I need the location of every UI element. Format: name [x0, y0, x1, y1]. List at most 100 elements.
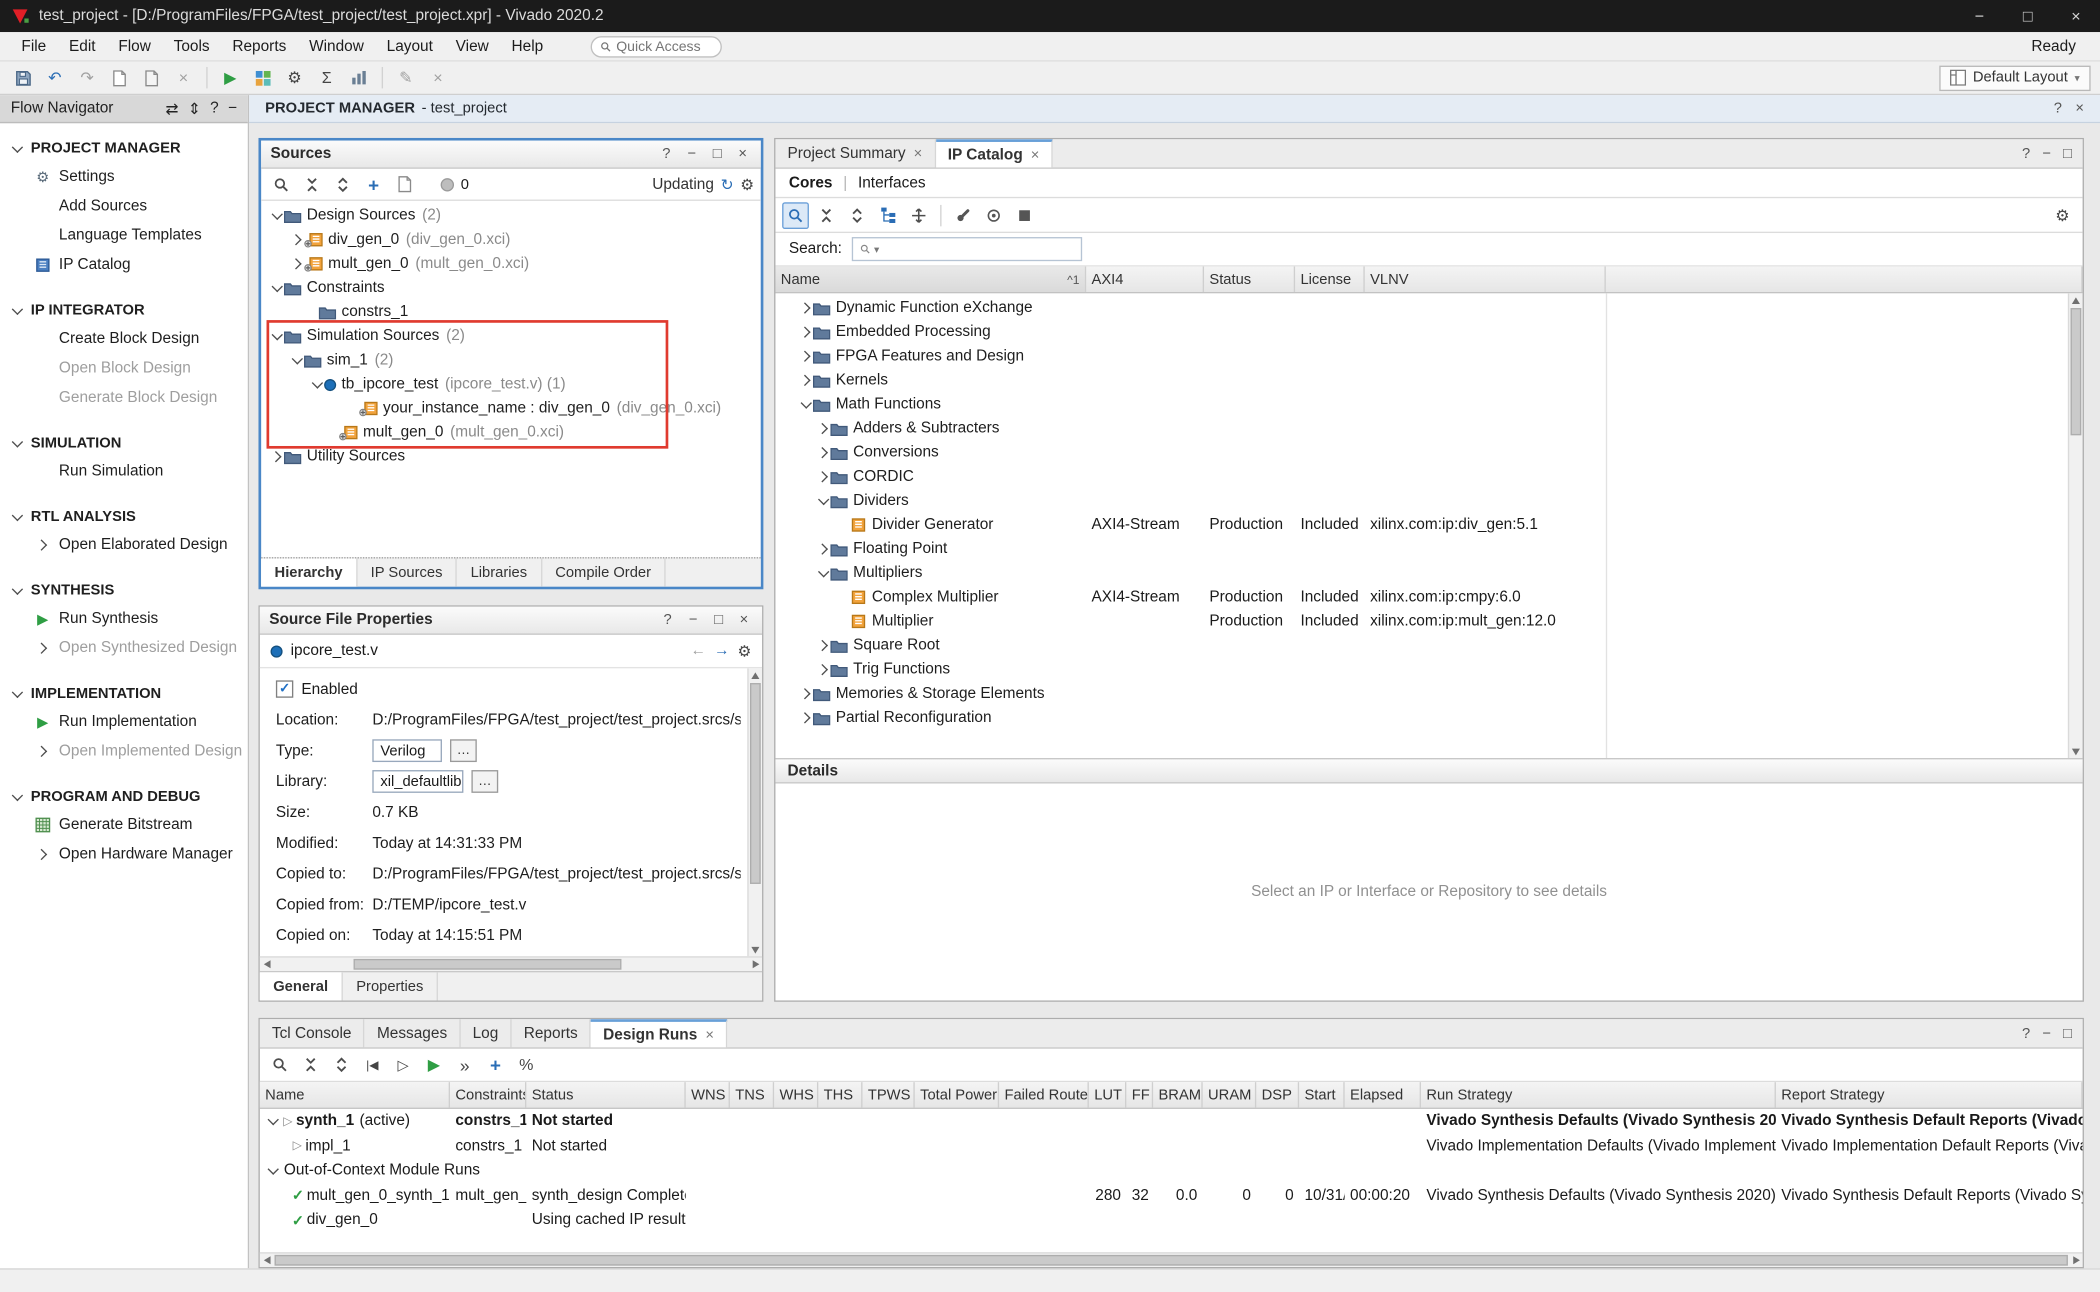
group-by-category-icon[interactable] [875, 202, 902, 229]
vertical-scrollbar[interactable] [747, 668, 762, 956]
tab-log[interactable]: Log [461, 1019, 512, 1047]
help-icon[interactable]: ? [659, 612, 676, 628]
ip-category-row[interactable]: Partial Reconfiguration [775, 706, 2082, 730]
chevron-down-icon[interactable] [265, 1114, 280, 1129]
chevron-down-icon[interactable] [9, 583, 24, 598]
minimize-icon[interactable]: − [2042, 145, 2051, 161]
help-icon[interactable]: ? [2054, 100, 2062, 116]
horizontal-scrollbar[interactable] [260, 1252, 2083, 1267]
scrollbar-thumb[interactable] [354, 959, 622, 970]
vertical-scrollbar[interactable] [2068, 293, 2083, 758]
scroll-left-button[interactable] [260, 958, 273, 971]
run-row-impl-1[interactable]: ▷ impl_1 constrs_1 Not started Vivado Im… [260, 1134, 2083, 1159]
ip-category-row[interactable]: Floating Point [775, 537, 2082, 561]
chevron-down-icon[interactable] [9, 303, 24, 318]
menu-window[interactable]: Window [298, 35, 374, 56]
close-icon[interactable]: × [735, 612, 752, 628]
column-header-total-power[interactable]: Total Power [915, 1082, 999, 1107]
gear-icon[interactable]: ⚙ [2049, 202, 2076, 229]
chevron-right-icon[interactable] [816, 542, 831, 557]
chevron-down-icon[interactable] [265, 1164, 280, 1179]
flownav-item-generate-block-design[interactable]: Generate Block Design [0, 383, 248, 412]
chevron-right-icon[interactable] [798, 373, 813, 388]
close-icon[interactable]: × [1031, 147, 1040, 163]
minimize-panel-icon[interactable]: − [228, 100, 237, 116]
menu-help[interactable]: Help [501, 35, 554, 56]
stop-icon[interactable] [1011, 202, 1038, 229]
flownav-item-run-implementation[interactable]: ▶ Run Implementation [0, 707, 248, 736]
forward-icon[interactable]: → [714, 643, 729, 659]
file-icon[interactable] [391, 171, 418, 198]
fast-forward-icon[interactable]: » [451, 1051, 478, 1078]
edit-button[interactable]: ✎ [392, 64, 419, 91]
column-header-lut[interactable]: LUT [1089, 1082, 1127, 1107]
run-row-synth-1[interactable]: ▷ synth_1 (active) constrs_1 Not started… [260, 1109, 2083, 1134]
menu-edit[interactable]: Edit [58, 35, 106, 56]
column-header-name[interactable]: Name ^ 1 [775, 267, 1086, 292]
search-icon[interactable] [782, 202, 809, 229]
menu-flow[interactable]: Flow [108, 35, 162, 56]
close-icon[interactable]: × [734, 146, 751, 162]
run-group-row-ooc[interactable]: Out-of-Context Module Runs [260, 1158, 2083, 1183]
scroll-right-button[interactable] [2069, 1254, 2082, 1267]
quick-access-input[interactable] [616, 38, 712, 54]
ip-search-input[interactable] [883, 241, 1073, 257]
column-header-start[interactable]: Start [1299, 1082, 1345, 1107]
chevron-down-icon[interactable] [269, 281, 284, 296]
help-icon[interactable]: ? [210, 100, 219, 116]
chevron-down-icon[interactable] [289, 353, 304, 368]
expand-all-icon[interactable] [328, 1051, 355, 1078]
ip-category-row[interactable]: Trig Functions [775, 658, 2082, 682]
ip-category-row-dividers[interactable]: Dividers [775, 489, 2082, 513]
scrollbar-thumb[interactable] [750, 683, 761, 884]
tab-ip-sources[interactable]: IP Sources [357, 558, 457, 586]
tab-reports[interactable]: Reports [512, 1019, 591, 1047]
run-row-mult-gen-0-synth-1[interactable]: ✓ mult_gen_0_synth_1 mult_gen_0 synth_de… [260, 1183, 2083, 1208]
flownav-item-open-block-design[interactable]: Open Block Design [0, 354, 248, 383]
column-header-axi4[interactable]: AXI4 [1086, 267, 1204, 292]
ip-search-box[interactable]: ▾ [851, 237, 1081, 261]
column-header-vlnv[interactable]: VLNV [1365, 267, 1606, 292]
create-run-icon[interactable]: + [482, 1051, 509, 1078]
scroll-left-button[interactable] [260, 1254, 273, 1267]
column-header-ths[interactable]: THS [818, 1082, 862, 1107]
tab-compile-order[interactable]: Compile Order [542, 558, 666, 586]
chevron-right-icon[interactable] [798, 349, 813, 364]
section-header-implementation[interactable]: IMPLEMENTATION [0, 680, 248, 707]
chevron-right-icon[interactable] [289, 256, 304, 271]
ip-category-row[interactable]: Square Root [775, 633, 2082, 657]
section-header-rtl-analysis[interactable]: RTL ANALYSIS [0, 504, 248, 531]
chevron-down-icon[interactable] [309, 377, 324, 392]
search-icon[interactable] [268, 171, 295, 198]
float-icon[interactable]: □ [2063, 1025, 2072, 1041]
column-header-bram[interactable]: BRAM [1153, 1082, 1203, 1107]
column-header-tns[interactable]: TNS [730, 1082, 774, 1107]
column-header-wns[interactable]: WNS [686, 1082, 730, 1107]
cancel-button[interactable]: × [425, 64, 452, 91]
float-icon[interactable]: □ [2063, 145, 2072, 161]
section-header-ip-integrator[interactable]: IP INTEGRATOR [0, 297, 248, 324]
flownav-item-language-templates[interactable]: Language Templates [0, 221, 248, 250]
expand-all-icon[interactable] [329, 171, 356, 198]
flownav-item-run-synthesis[interactable]: ▶ Run Synthesis [0, 604, 248, 633]
column-header-whs[interactable]: WHS [774, 1082, 818, 1107]
section-header-synthesis[interactable]: SYNTHESIS [0, 577, 248, 604]
chevron-down-icon[interactable] [9, 436, 24, 451]
collapse-all-icon[interactable] [813, 202, 840, 229]
chevron-right-icon[interactable] [798, 710, 813, 725]
tab-libraries[interactable]: Libraries [457, 558, 542, 586]
target-icon[interactable] [980, 202, 1007, 229]
gear-icon[interactable]: ⚙ [740, 175, 754, 194]
resize-icon[interactable]: ⇕ [188, 99, 201, 118]
column-header-status[interactable]: Status [1204, 267, 1295, 292]
tab-ip-catalog[interactable]: IP Catalog × [936, 139, 1053, 167]
wrench-icon[interactable] [950, 202, 977, 229]
tab-messages[interactable]: Messages [365, 1019, 461, 1047]
chevron-right-icon[interactable] [816, 469, 831, 484]
scroll-right-button[interactable] [749, 958, 762, 971]
chevron-right-icon[interactable] [816, 662, 831, 677]
chevron-right-icon[interactable] [816, 421, 831, 436]
menu-view[interactable]: View [445, 35, 500, 56]
tree-item-sim-1[interactable]: sim_1 (2) [261, 348, 761, 372]
tree-item-utility-sources[interactable]: Utility Sources [261, 445, 761, 469]
